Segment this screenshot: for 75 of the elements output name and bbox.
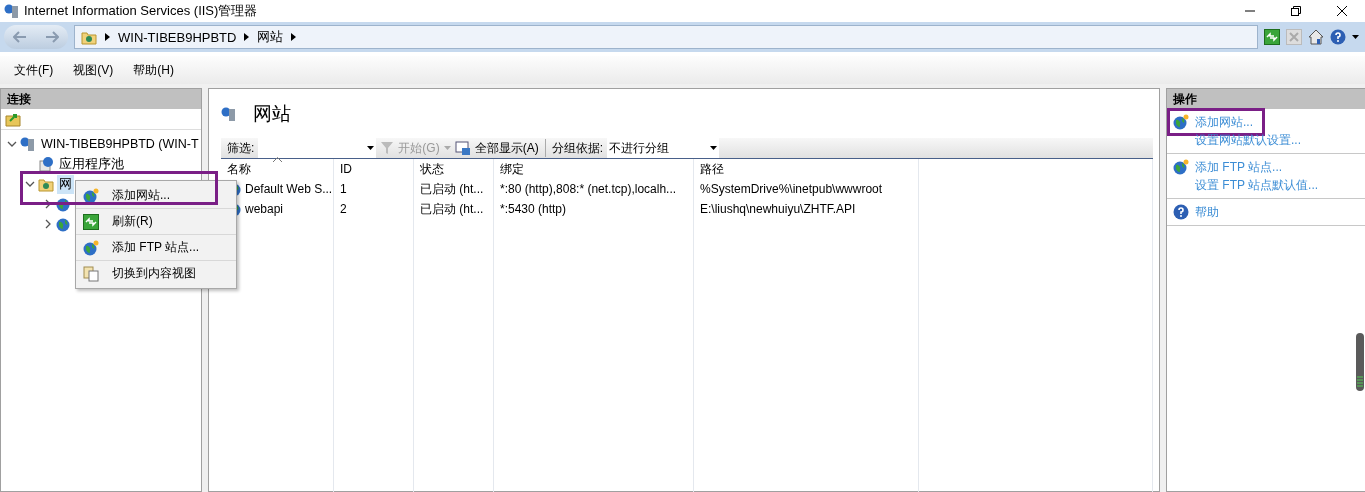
expand-icon[interactable] bbox=[43, 219, 53, 229]
caret-icon bbox=[244, 33, 250, 41]
address-segment[interactable]: 网站 bbox=[257, 28, 284, 46]
table-cell: %SystemDrive%\inetpub\wwwroot bbox=[694, 179, 919, 199]
documents-icon bbox=[83, 265, 99, 282]
action-link[interactable]: 添加 FTP 站点... bbox=[1195, 158, 1283, 176]
server-icon bbox=[20, 136, 36, 152]
server-icon bbox=[221, 106, 237, 122]
caret-icon bbox=[105, 33, 110, 41]
table-cell: *:5430 (http) bbox=[494, 199, 694, 219]
group-by-label: 分组依据: bbox=[551, 139, 603, 157]
action-link[interactable]: 设置 FTP 站点默认值... bbox=[1195, 176, 1319, 194]
folder-icon bbox=[81, 29, 97, 45]
add-globe-icon bbox=[1173, 114, 1189, 130]
context-menu-item[interactable]: 添加 FTP 站点... bbox=[76, 235, 236, 261]
tree-item[interactable]: 应用程序池 bbox=[57, 154, 126, 174]
app-icon bbox=[4, 3, 20, 19]
filter-label: 筛选: bbox=[227, 139, 255, 157]
dropdown-icon bbox=[710, 146, 717, 150]
table-cell: 1 bbox=[334, 179, 414, 199]
column-header[interactable]: ID bbox=[334, 159, 414, 179]
funnel-icon bbox=[380, 141, 395, 155]
context-menu-item[interactable]: 添加网站... bbox=[76, 183, 236, 209]
column-header[interactable]: 状态 bbox=[414, 159, 494, 179]
help-icon bbox=[1330, 29, 1346, 45]
context-menu-item[interactable]: 刷新(R) bbox=[76, 209, 236, 235]
action-link[interactable]: 设置网站默认设置... bbox=[1195, 131, 1301, 149]
globe-icon bbox=[56, 196, 72, 212]
table-cell: 2 bbox=[334, 199, 414, 219]
tree-item[interactable]: 网 bbox=[57, 174, 74, 194]
column-header[interactable]: 名称 bbox=[221, 159, 334, 179]
column-header[interactable]: 路径 bbox=[694, 159, 919, 179]
globe-icon bbox=[56, 216, 72, 232]
menu-item[interactable]: 帮助(H) bbox=[133, 61, 174, 79]
collapse-icon[interactable] bbox=[25, 179, 35, 189]
context-menu-item[interactable]: 切换到内容视图 bbox=[76, 261, 236, 286]
caret-icon bbox=[291, 33, 297, 41]
group-by-select[interactable]: 不进行分组 bbox=[607, 138, 719, 158]
panel-title: 连接 bbox=[1, 89, 201, 109]
pool-icon bbox=[38, 156, 54, 172]
table-cell: 已启动 (ht... bbox=[414, 179, 494, 199]
sort-icon bbox=[273, 157, 282, 162]
tree-item[interactable]: WIN-TIBEB9HPBTD (WIN-T bbox=[39, 136, 201, 152]
menu-item[interactable]: 视图(V) bbox=[73, 61, 114, 79]
show-all-button[interactable]: 全部显示(A) bbox=[474, 139, 539, 157]
refresh-icon bbox=[83, 213, 99, 230]
table-cell: E:\liushq\newhuiyu\ZHTF.API bbox=[694, 199, 919, 219]
dropdown-icon bbox=[367, 146, 375, 150]
restore-icon[interactable] bbox=[1291, 6, 1301, 16]
scrollbar-thumb[interactable] bbox=[1356, 333, 1364, 391]
add-globe-icon bbox=[83, 239, 99, 256]
address-bar[interactable]: WIN-TIBEB9HPBTD 网站 bbox=[74, 25, 1258, 49]
close-icon[interactable] bbox=[1337, 6, 1347, 16]
page-title: 网站 bbox=[253, 102, 291, 126]
filter-field[interactable] bbox=[258, 138, 377, 158]
collapse-icon[interactable] bbox=[7, 139, 17, 149]
table-cell: *:80 (http),808:* (net.tcp),localh... bbox=[494, 179, 694, 199]
help-icon bbox=[1173, 204, 1189, 220]
add-globe-icon bbox=[83, 187, 99, 204]
action-link[interactable]: 帮助 bbox=[1195, 203, 1219, 221]
window-title: Internet Information Services (IIS)管理器 bbox=[24, 2, 258, 20]
add-globe-icon bbox=[1173, 159, 1189, 175]
address-segment[interactable]: WIN-TIBEB9HPBTD bbox=[118, 29, 237, 45]
show-all-icon bbox=[454, 140, 471, 156]
folder-icon bbox=[38, 176, 54, 192]
caret-icon bbox=[443, 146, 451, 150]
refresh-icon bbox=[1264, 29, 1280, 45]
home-icon[interactable] bbox=[1308, 29, 1324, 45]
menu-item[interactable]: 文件(F) bbox=[14, 61, 54, 79]
table-cell: 已启动 (ht... bbox=[414, 199, 494, 219]
column-header[interactable]: 绑定 bbox=[494, 159, 694, 179]
caret-icon[interactable] bbox=[1352, 35, 1359, 39]
action-link[interactable]: 添加网站... bbox=[1195, 113, 1253, 131]
folder-arrow-icon[interactable] bbox=[5, 111, 21, 127]
panel-title: 操作 bbox=[1167, 89, 1365, 109]
